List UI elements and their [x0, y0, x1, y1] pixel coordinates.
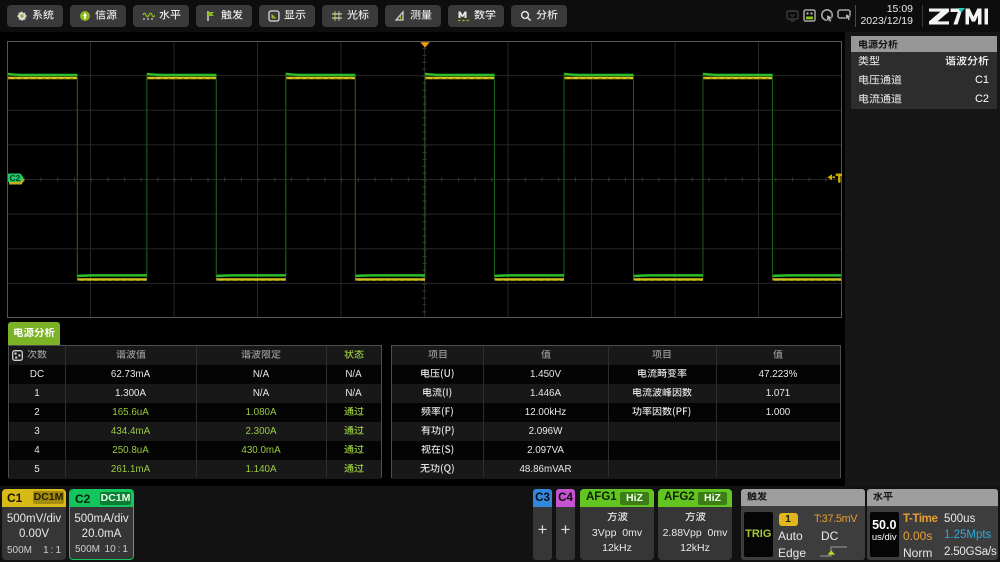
svg-text:C2: C2 [10, 173, 21, 183]
